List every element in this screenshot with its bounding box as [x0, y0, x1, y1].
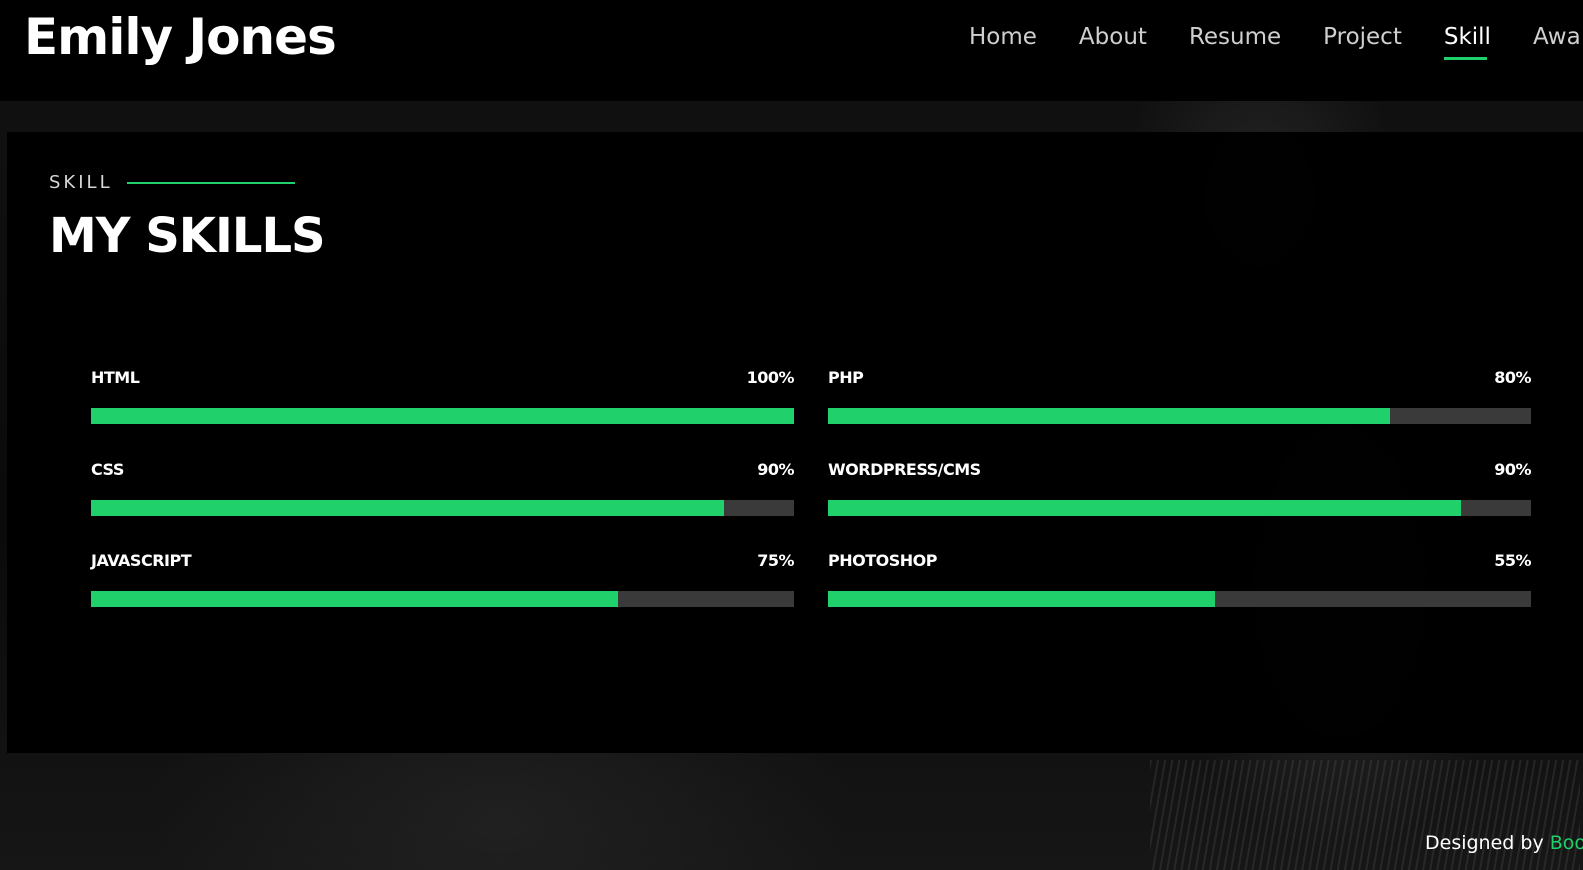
skill-item-photoshop: PHOTOSHOP 55% [828, 551, 1531, 611]
nav-item-home[interactable]: Home [969, 24, 1037, 58]
nav-item-about[interactable]: About [1079, 24, 1147, 58]
skill-item-wordpress: WORDPRESS/CMS 90% [828, 460, 1531, 520]
skill-percent: 90% [757, 460, 794, 479]
skill-progress-track [91, 591, 794, 607]
page: Emily Jones Home About Resume Project Sk… [0, 0, 1583, 870]
skill-item-css: CSS 90% [91, 460, 794, 520]
skill-percent: 55% [1494, 551, 1531, 570]
skill-progress-track [828, 500, 1531, 516]
skill-progress-fill [91, 591, 619, 607]
skill-percent: 75% [757, 551, 794, 570]
skill-item-php: PHP 80% [828, 368, 1531, 428]
site-brand[interactable]: Emily Jones [24, 8, 337, 66]
skill-progress-fill [828, 500, 1461, 516]
nav-item-awards[interactable]: Awa [1533, 24, 1581, 58]
skill-item-html: HTML 100% [91, 368, 795, 428]
nav-item-skill[interactable]: Skill [1443, 24, 1491, 60]
skill-name: JAVASCRIPT [91, 551, 192, 570]
site-header: Emily Jones Home About Resume Project Sk… [0, 0, 1583, 101]
footer-credit-link[interactable]: Boo [1550, 832, 1583, 854]
skill-progress-track [91, 408, 794, 424]
section-eyebrow-text: SKILL [49, 172, 113, 193]
skill-percent: 90% [1494, 460, 1531, 479]
skill-name: HTML [91, 368, 140, 387]
skill-progress-fill [91, 500, 724, 516]
skill-percent: 80% [1494, 368, 1531, 387]
skill-name: CSS [91, 460, 124, 479]
skill-progress-track [91, 500, 794, 516]
nav-item-resume[interactable]: Resume [1189, 24, 1281, 58]
main-nav: Home About Resume Project Skill Awa [969, 24, 1583, 60]
skill-name: WORDPRESS/CMS [828, 460, 981, 479]
skill-progress-track [828, 408, 1531, 424]
skill-item-javascript: JAVASCRIPT 75% [91, 551, 794, 611]
skill-name: PHOTOSHOP [828, 551, 937, 570]
skill-percent: 100% [746, 368, 795, 387]
section-eyebrow: SKILL [49, 172, 295, 193]
section-eyebrow-line [126, 181, 295, 184]
skill-progress-track [828, 591, 1531, 607]
skill-progress-fill [828, 591, 1215, 607]
skills-panel: SKILL MY SKILLS HTML 100% PHP 80% CSS 90… [7, 132, 1583, 753]
nav-item-project[interactable]: Project [1323, 24, 1402, 58]
section-title: MY SKILLS [49, 208, 326, 264]
skill-name: PHP [828, 368, 864, 387]
skill-progress-fill [828, 408, 1391, 424]
skill-progress-fill [91, 408, 794, 424]
footer-credit-prefix: Designed by [1425, 832, 1550, 854]
footer-credit: Designed by Boo [1425, 832, 1583, 854]
